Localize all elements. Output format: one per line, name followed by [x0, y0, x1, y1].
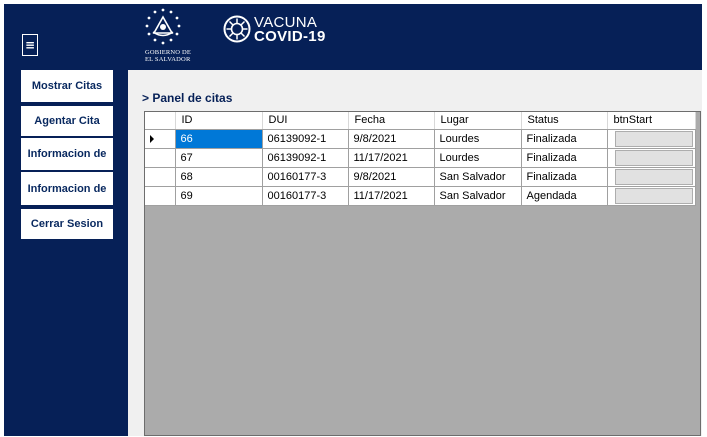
agentar-cita-button[interactable]: Agentar Cita — [21, 106, 113, 136]
informacion-button-1[interactable]: Informacion de — [21, 138, 113, 170]
informacion-button-2[interactable]: Informacion de — [21, 172, 113, 205]
table-row[interactable]: 67 06139092-1 11/17/2021 Lourdes Finaliz… — [145, 148, 696, 168]
cell-dui[interactable]: 06139092-1 — [262, 129, 349, 149]
gov-wordmark: GOBIERNO DE EL SALVADOR — [145, 49, 191, 63]
cell-lugar[interactable]: Lourdes — [434, 129, 522, 149]
start-button[interactable] — [614, 149, 693, 166]
cell-dui[interactable]: 00160177-3 — [262, 186, 349, 206]
table-row[interactable]: 69 00160177-3 11/17/2021 San Salvador Ag… — [145, 186, 696, 206]
start-button[interactable] — [614, 168, 693, 185]
cell-dui[interactable]: 06139092-1 — [262, 148, 349, 168]
column-header-fecha[interactable]: Fecha — [348, 112, 435, 130]
gov-line-1: GOBIERNO DE — [145, 49, 192, 56]
cell-fecha[interactable]: 11/17/2021 — [348, 186, 435, 206]
virus-logo-icon — [223, 15, 251, 43]
cell-id[interactable]: 66 — [175, 129, 263, 149]
cell-btnstart — [607, 129, 696, 149]
covid-subtitle: COVID-19 — [254, 28, 326, 45]
mostrar-citas-button[interactable]: Mostrar Citas — [21, 70, 113, 102]
column-header-dui[interactable]: DUI — [262, 112, 349, 130]
table-header-row: ID DUI Fecha Lugar Status btnStart — [145, 112, 696, 130]
cell-status[interactable]: Finalizada — [521, 129, 608, 149]
cell-dui[interactable]: 00160177-3 — [262, 167, 349, 187]
cell-lugar[interactable]: San Salvador — [434, 186, 522, 206]
cell-lugar[interactable]: San Salvador — [434, 167, 522, 187]
start-button[interactable] — [614, 187, 693, 204]
cell-status[interactable]: Agendada — [521, 186, 608, 206]
gov-seal-icon — [145, 8, 181, 45]
cell-fecha[interactable]: 11/17/2021 — [348, 148, 435, 168]
cell-fecha[interactable]: 9/8/2021 — [348, 129, 435, 149]
cell-btnstart — [607, 186, 696, 206]
citas-data-grid[interactable]: ID DUI Fecha Lugar Status btnStart 66 06… — [144, 111, 701, 436]
menu-toggle-button[interactable]: ≡ — [22, 34, 38, 56]
row-header[interactable] — [145, 129, 176, 149]
row-header-corner — [145, 112, 176, 130]
cell-id[interactable]: 67 — [175, 148, 263, 168]
cell-id[interactable]: 68 — [175, 167, 263, 187]
cell-status[interactable]: Finalizada — [521, 167, 608, 187]
cell-btnstart — [607, 167, 696, 187]
row-header[interactable] — [145, 186, 176, 206]
row-header[interactable] — [145, 167, 176, 187]
cell-id[interactable]: 69 — [175, 186, 263, 206]
table-row[interactable]: 66 06139092-1 9/8/2021 Lourdes Finalizad… — [145, 129, 696, 149]
column-header-lugar[interactable]: Lugar — [434, 112, 522, 130]
cell-fecha[interactable]: 9/8/2021 — [348, 167, 435, 187]
column-header-id[interactable]: ID — [175, 112, 263, 130]
gov-line-2: EL SALVADOR — [145, 56, 191, 63]
row-header[interactable] — [145, 148, 176, 168]
citas-table: ID DUI Fecha Lugar Status btnStart 66 06… — [145, 112, 696, 206]
cell-lugar[interactable]: Lourdes — [434, 148, 522, 168]
cerrar-sesion-button[interactable]: Cerrar Sesion — [21, 209, 113, 239]
app-window: ≡ Mostrar Citas Agentar Cita Informacion… — [4, 4, 702, 436]
current-row-arrow-icon — [150, 134, 154, 143]
panel-title: > Panel de citas — [142, 91, 233, 105]
cell-status[interactable]: Finalizada — [521, 148, 608, 168]
header-bar: GOBIERNO DE EL SALVADOR VACUNA COVID-19 — [128, 4, 702, 70]
table-row[interactable]: 68 00160177-3 9/8/2021 San Salvador Fina… — [145, 167, 696, 187]
start-button[interactable] — [614, 130, 693, 147]
column-header-btnstart[interactable]: btnStart — [607, 112, 696, 130]
sidebar: ≡ Mostrar Citas Agentar Cita Informacion… — [4, 4, 128, 436]
column-header-status[interactable]: Status — [521, 112, 608, 130]
cell-btnstart — [607, 148, 696, 168]
